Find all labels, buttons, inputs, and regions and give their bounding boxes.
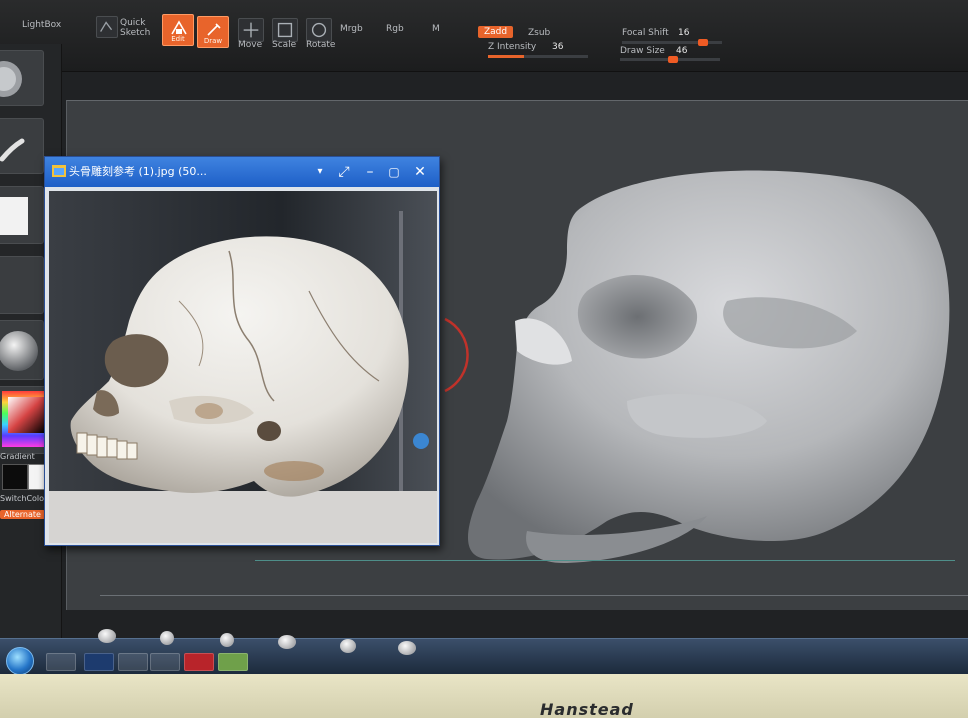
canvas-border-line (100, 595, 968, 596)
quick-sketch-label[interactable]: Quick Sketch (120, 18, 160, 38)
app-icon[interactable] (184, 653, 214, 671)
material-preview-3[interactable] (220, 633, 234, 647)
mrgb-button[interactable]: Mrgb (340, 24, 363, 34)
zbrush-top-toolbar: LightBox Quick Sketch Edit Draw Move Sca… (0, 0, 968, 72)
window-icon[interactable] (118, 653, 148, 671)
reference-photo (49, 191, 437, 543)
monitor-bezel: Hanstead (0, 674, 968, 718)
viewer-title: 头骨雕刻参考 (1).jpg (50... (69, 165, 207, 178)
material-thumbnail[interactable] (0, 320, 44, 380)
color-icon[interactable] (218, 653, 248, 671)
zsub-button[interactable]: Zsub (528, 28, 550, 38)
move-label: Move (238, 40, 263, 50)
texture-thumbnail[interactable] (0, 256, 44, 314)
viewer-titlebar[interactable]: 头骨雕刻参考 (1).jpg (50... ▾ ⤢ – ▢ ✕ (45, 157, 439, 187)
draw-size-slider[interactable] (620, 56, 720, 63)
draw-button[interactable]: Draw (197, 16, 229, 48)
rotate-icon (311, 22, 327, 38)
gradient-label[interactable]: Gradient (0, 452, 35, 461)
switch-color-button[interactable]: SwitchColor (0, 494, 47, 503)
alternate-button[interactable]: Alternate (0, 510, 45, 519)
lightbox-button[interactable]: LightBox (22, 20, 61, 30)
photoshop-icon[interactable] (84, 653, 114, 671)
maximize-icon[interactable]: ▢ (385, 163, 403, 181)
edit-button[interactable]: Edit (162, 14, 194, 46)
brush-cursor (444, 317, 469, 393)
move-icon (243, 22, 259, 38)
scale-icon (277, 22, 293, 38)
brush-thumbnail[interactable] (0, 50, 44, 106)
alpha-thumbnail[interactable] (0, 186, 44, 244)
secondary-color-swatch[interactable] (2, 464, 28, 490)
material-preview-1[interactable] (98, 629, 116, 643)
fullscreen-icon[interactable]: ⤢ (335, 163, 353, 181)
zadd-button[interactable]: Zadd (478, 26, 514, 38)
draw-size-value: 46 (676, 46, 688, 56)
material-sphere-icon (0, 331, 38, 371)
focal-shift-label: Focal Shift (622, 28, 669, 38)
scale-button[interactable] (272, 18, 298, 42)
draw-size-knob[interactable] (668, 56, 678, 63)
minimize-icon[interactable]: – (361, 163, 379, 181)
stroke-thumbnail[interactable] (0, 118, 44, 174)
draw-size-label: Draw Size (620, 46, 665, 56)
standard-brush-icon (0, 61, 22, 97)
rgb-button[interactable]: Rgb (386, 24, 404, 34)
floor-grid-line (255, 560, 955, 561)
focal-shift-slider[interactable] (622, 39, 722, 46)
monitor-brand-logo: Hanstead (540, 700, 634, 718)
focal-shift-value: 16 (678, 28, 690, 38)
move-button[interactable] (238, 18, 264, 42)
viewer-icon[interactable] (150, 653, 180, 671)
draw-label: Draw (203, 37, 223, 45)
windows-taskbar (0, 629, 968, 675)
material-preview-6[interactable] (398, 641, 416, 655)
z-intensity-label: Z Intensity (488, 42, 537, 52)
z-intensity-slider[interactable] (488, 55, 588, 58)
material-preview-2[interactable] (160, 631, 174, 645)
edit-label: Edit (171, 35, 185, 43)
scale-label: Scale (272, 40, 297, 50)
close-icon[interactable]: ✕ (411, 163, 429, 181)
start-button[interactable] (6, 647, 34, 675)
z-intensity-value: 36 (552, 42, 564, 52)
material-preview-5[interactable] (340, 639, 356, 653)
z-intensity-fill (488, 55, 524, 58)
quick-sketch-icon[interactable] (96, 16, 118, 38)
m-button[interactable]: M (432, 24, 440, 34)
dropdown-icon[interactable]: ▾ (311, 163, 329, 181)
viewer-app-icon (52, 165, 66, 177)
image-viewer-window[interactable]: 头骨雕刻参考 (1).jpg (50... ▾ ⤢ – ▢ ✕ (44, 156, 440, 546)
focal-shift-knob[interactable] (698, 39, 708, 46)
rotate-button[interactable] (306, 18, 332, 42)
rotate-label: Rotate (306, 40, 336, 50)
material-preview-4[interactable] (278, 635, 296, 649)
alpha-icon (0, 197, 28, 235)
skull-photo (49, 191, 437, 543)
explorer-icon[interactable] (46, 653, 76, 671)
stroke-icon (0, 138, 25, 162)
